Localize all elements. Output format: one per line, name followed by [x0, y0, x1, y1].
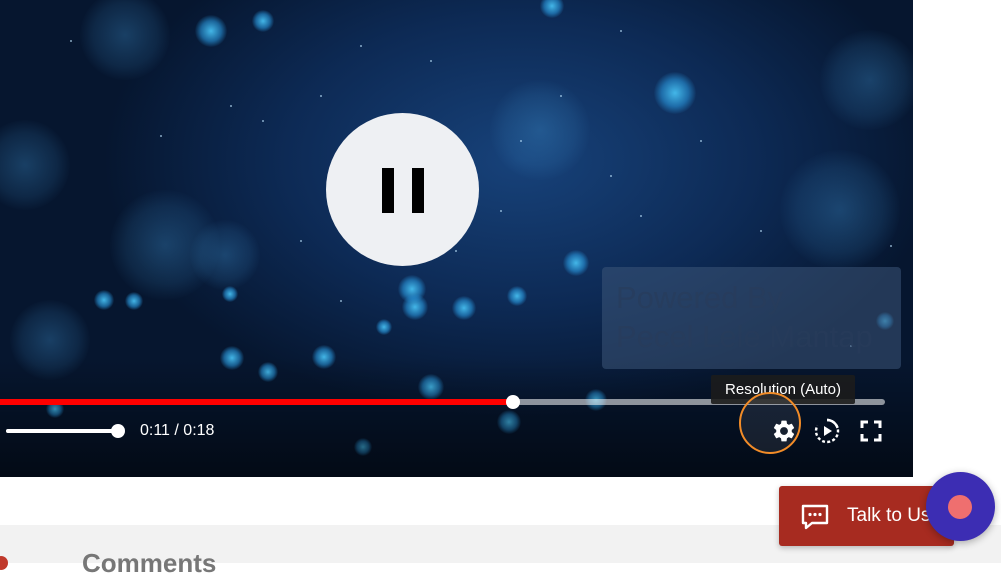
fullscreen-icon	[860, 420, 882, 442]
watermark-line-2: Pecel Lele Mantap	[616, 319, 873, 354]
autoplay-button[interactable]	[812, 416, 842, 446]
volume-handle[interactable]	[111, 424, 125, 438]
play-circle-icon	[814, 418, 840, 444]
chat-launcher-button[interactable]	[926, 472, 995, 541]
time-display: 0:11 / 0:18	[140, 422, 215, 439]
volume-level	[6, 429, 118, 433]
volume-slider[interactable]	[0, 424, 126, 438]
gear-icon	[773, 420, 795, 442]
chat-launcher-dot	[948, 495, 972, 519]
progress-played	[0, 399, 514, 405]
settings-button[interactable]	[769, 416, 799, 446]
comments-heading: Comments	[82, 548, 217, 578]
chat-bubble-icon	[800, 503, 830, 536]
progress-scrubber[interactable]	[506, 395, 521, 409]
watermark: Powered By Pecel Lele Mantap	[602, 267, 901, 369]
watermark-line-1: Powered By	[616, 280, 784, 315]
section-marker	[0, 556, 8, 570]
center-pause-button[interactable]	[326, 113, 479, 266]
talk-to-us-label: Talk to Us	[847, 505, 931, 526]
video-player[interactable]: Powered By Pecel Lele Mantap 0:11 / 0:18…	[0, 0, 913, 477]
fullscreen-button[interactable]	[856, 416, 886, 446]
